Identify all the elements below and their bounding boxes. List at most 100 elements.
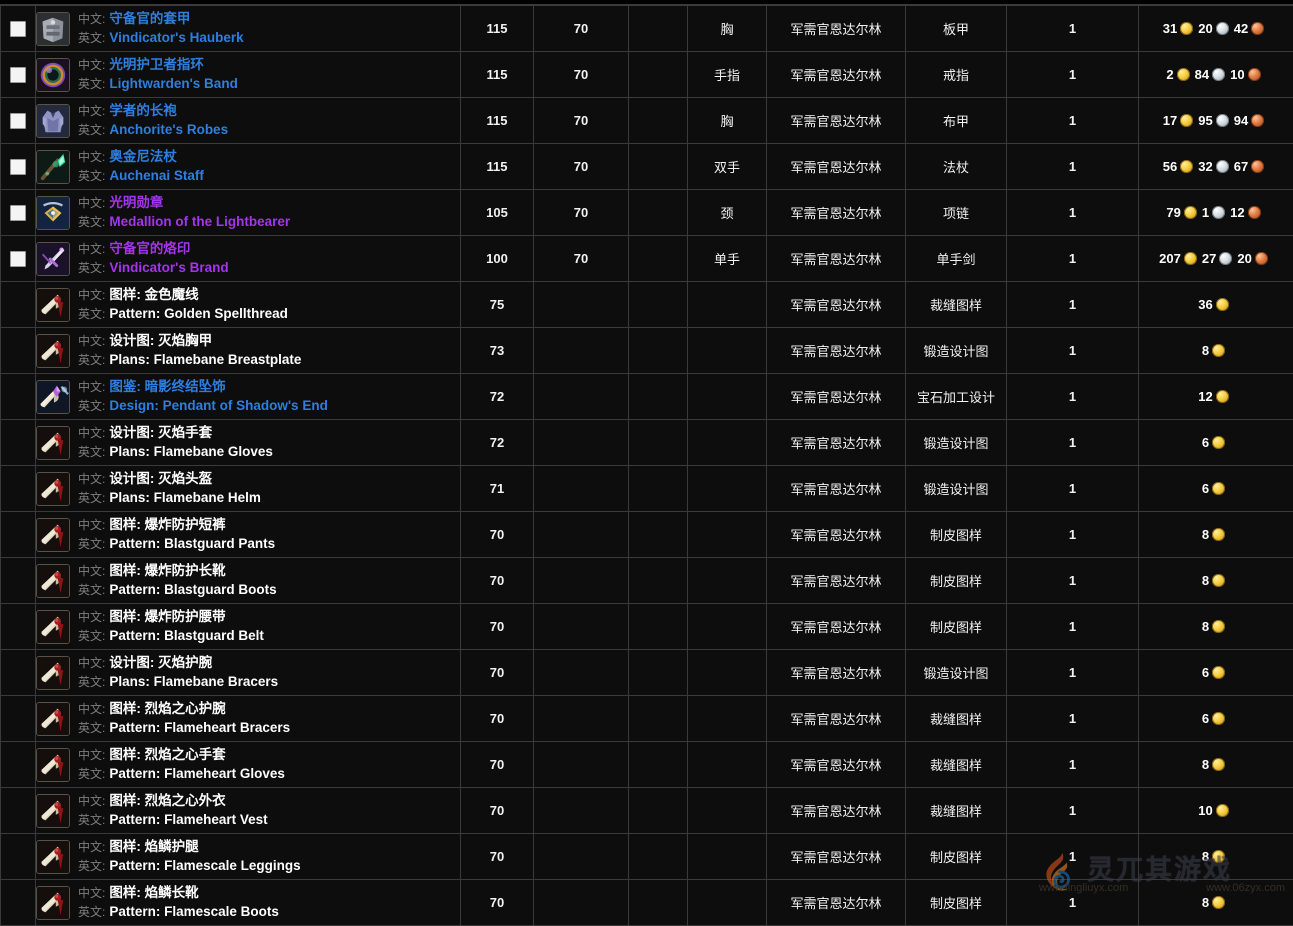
scroll-icon[interactable] xyxy=(36,472,70,506)
item-name-cell[interactable]: 中文:图样: 爆炸防护短裤英文:Pattern: Blastguard Pant… xyxy=(36,512,461,558)
row-select-cell[interactable] xyxy=(1,98,36,144)
item-name-cell[interactable]: 中文:图样: 烈焰之心护腕英文:Pattern: Flameheart Brac… xyxy=(36,696,461,742)
item-name-en[interactable]: Vindicator's Brand xyxy=(109,260,228,275)
item-name-cell[interactable]: 中文:守备官的套甲英文:Vindicator's Hauberk xyxy=(36,6,461,52)
item-name-cell[interactable]: 中文:学者的长袍英文:Anchorite's Robes xyxy=(36,98,461,144)
chest-mail-icon[interactable] xyxy=(36,12,70,46)
item-name-en[interactable]: Plans: Flamebane Breastplate xyxy=(109,352,301,367)
item-name-en[interactable]: Pattern: Flamescale Boots xyxy=(109,904,279,919)
item-name-en[interactable]: Plans: Flamebane Gloves xyxy=(109,444,273,459)
item-name-cell[interactable]: 中文:图样: 爆炸防护腰带英文:Pattern: Blastguard Belt xyxy=(36,604,461,650)
item-name-cn[interactable]: 图样: 爆炸防护腰带 xyxy=(109,609,225,624)
source-cell[interactable]: 军需官恩达尔林 xyxy=(767,834,906,880)
sword-icon[interactable] xyxy=(36,242,70,276)
item-name-en[interactable]: Plans: Flamebane Bracers xyxy=(109,674,278,689)
item-name-cell[interactable]: 中文:图鉴: 暗影终结坠饰英文:Design: Pendant of Shado… xyxy=(36,374,461,420)
row-checkbox[interactable] xyxy=(10,251,26,267)
scroll-icon[interactable] xyxy=(36,840,70,874)
item-name-en[interactable]: Auchenai Staff xyxy=(109,168,204,183)
item-name-en[interactable]: Pattern: Blastguard Belt xyxy=(109,628,264,643)
medallion-icon[interactable] xyxy=(36,196,70,230)
item-name-cn[interactable]: 图样: 烈焰之心护腕 xyxy=(109,701,225,716)
staff-icon[interactable] xyxy=(36,150,70,184)
item-name-cell[interactable]: 中文:设计图: 灭焰手套英文:Plans: Flamebane Gloves xyxy=(36,420,461,466)
item-name-cn[interactable]: 图样: 爆炸防护短裤 xyxy=(109,517,225,532)
row-checkbox[interactable] xyxy=(10,21,26,37)
item-name-cn[interactable]: 设计图: 灭焰头盔 xyxy=(109,471,212,486)
item-name-cn[interactable]: 图鉴: 暗影终结坠饰 xyxy=(109,379,225,394)
scroll-icon[interactable] xyxy=(36,794,70,828)
source-cell[interactable]: 军需官恩达尔林 xyxy=(767,282,906,328)
item-name-cn[interactable]: 图样: 金色魔线 xyxy=(109,287,198,302)
item-name-cell[interactable]: 中文:图样: 烈焰之心外衣英文:Pattern: Flameheart Vest xyxy=(36,788,461,834)
source-cell[interactable]: 军需官恩达尔林 xyxy=(767,328,906,374)
item-name-en[interactable]: Plans: Flamebane Helm xyxy=(109,490,261,505)
item-name-cn[interactable]: 奥金尼法杖 xyxy=(109,149,177,164)
item-name-cell[interactable]: 中文:图样: 焰鳞长靴英文:Pattern: Flamescale Boots xyxy=(36,880,461,926)
item-name-en[interactable]: Pattern: Flameheart Gloves xyxy=(109,766,285,781)
item-name-en[interactable]: Vindicator's Hauberk xyxy=(109,30,243,45)
item-name-en[interactable]: Medallion of the Lightbearer xyxy=(109,214,290,229)
item-name-cell[interactable]: 中文:图样: 烈焰之心手套英文:Pattern: Flameheart Glov… xyxy=(36,742,461,788)
scroll-icon[interactable] xyxy=(36,426,70,460)
row-checkbox[interactable] xyxy=(10,205,26,221)
source-cell[interactable]: 军需官恩达尔林 xyxy=(767,52,906,98)
item-name-cell[interactable]: 中文:设计图: 灭焰护腕英文:Plans: Flamebane Bracers xyxy=(36,650,461,696)
source-cell[interactable]: 军需官恩达尔林 xyxy=(767,650,906,696)
source-cell[interactable]: 军需官恩达尔林 xyxy=(767,558,906,604)
item-name-cell[interactable]: 中文:图样: 焰鳞护腿英文:Pattern: Flamescale Leggin… xyxy=(36,834,461,880)
source-cell[interactable]: 军需官恩达尔林 xyxy=(767,236,906,282)
source-cell[interactable]: 军需官恩达尔林 xyxy=(767,742,906,788)
item-name-cell[interactable]: 中文:图样: 爆炸防护长靴英文:Pattern: Blastguard Boot… xyxy=(36,558,461,604)
item-name-cn[interactable]: 守备官的套甲 xyxy=(109,11,190,26)
item-name-en[interactable]: Design: Pendant of Shadow's End xyxy=(109,398,327,413)
source-cell[interactable]: 军需官恩达尔林 xyxy=(767,144,906,190)
item-name-cn[interactable]: 图样: 烈焰之心外衣 xyxy=(109,793,225,808)
source-cell[interactable]: 军需官恩达尔林 xyxy=(767,788,906,834)
item-name-cn[interactable]: 设计图: 灭焰护腕 xyxy=(109,655,212,670)
item-name-cn[interactable]: 学者的长袍 xyxy=(109,103,177,118)
item-name-cn[interactable]: 图样: 焰鳞护腿 xyxy=(109,839,198,854)
row-checkbox[interactable] xyxy=(10,113,26,129)
item-name-en[interactable]: Lightwarden's Band xyxy=(109,76,237,91)
item-name-cell[interactable]: 中文:奥金尼法杖英文:Auchenai Staff xyxy=(36,144,461,190)
row-checkbox[interactable] xyxy=(10,67,26,83)
item-name-en[interactable]: Anchorite's Robes xyxy=(109,122,228,137)
item-name-cn[interactable]: 光明护卫者指环 xyxy=(109,57,204,72)
item-name-cn[interactable]: 设计图: 灭焰手套 xyxy=(109,425,212,440)
source-cell[interactable]: 军需官恩达尔林 xyxy=(767,6,906,52)
source-cell[interactable]: 军需官恩达尔林 xyxy=(767,374,906,420)
item-name-en[interactable]: Pattern: Blastguard Boots xyxy=(109,582,276,597)
source-cell[interactable]: 军需官恩达尔林 xyxy=(767,512,906,558)
source-cell[interactable]: 军需官恩达尔林 xyxy=(767,190,906,236)
source-cell[interactable]: 军需官恩达尔林 xyxy=(767,466,906,512)
source-cell[interactable]: 军需官恩达尔林 xyxy=(767,604,906,650)
row-select-cell[interactable] xyxy=(1,52,36,98)
scroll-icon[interactable] xyxy=(36,886,70,920)
item-name-cn[interactable]: 图样: 烈焰之心手套 xyxy=(109,747,225,762)
source-cell[interactable]: 军需官恩达尔林 xyxy=(767,880,906,926)
item-name-cell[interactable]: 中文:守备官的烙印英文:Vindicator's Brand xyxy=(36,236,461,282)
item-name-en[interactable]: Pattern: Flameheart Vest xyxy=(109,812,267,827)
scroll-icon[interactable] xyxy=(36,334,70,368)
source-cell[interactable]: 军需官恩达尔林 xyxy=(767,420,906,466)
item-name-en[interactable]: Pattern: Flamescale Leggings xyxy=(109,858,300,873)
item-name-cn[interactable]: 图样: 爆炸防护长靴 xyxy=(109,563,225,578)
row-select-cell[interactable] xyxy=(1,144,36,190)
item-name-cn[interactable]: 设计图: 灭焰胸甲 xyxy=(109,333,212,348)
robe-icon[interactable] xyxy=(36,104,70,138)
scroll-icon[interactable] xyxy=(36,518,70,552)
source-cell[interactable]: 军需官恩达尔林 xyxy=(767,98,906,144)
ring-icon[interactable] xyxy=(36,58,70,92)
scroll-icon[interactable] xyxy=(36,702,70,736)
item-name-en[interactable]: Pattern: Golden Spellthread xyxy=(109,306,288,321)
item-name-cell[interactable]: 中文:图样: 金色魔线英文:Pattern: Golden Spellthrea… xyxy=(36,282,461,328)
scroll-icon[interactable] xyxy=(36,564,70,598)
item-name-cell[interactable]: 中文:设计图: 灭焰胸甲英文:Plans: Flamebane Breastpl… xyxy=(36,328,461,374)
row-select-cell[interactable] xyxy=(1,190,36,236)
row-select-cell[interactable] xyxy=(1,6,36,52)
item-name-cn[interactable]: 图样: 焰鳞长靴 xyxy=(109,885,198,900)
scroll-icon[interactable] xyxy=(36,610,70,644)
design-icon[interactable] xyxy=(36,380,70,414)
item-name-cell[interactable]: 中文:光明勋章英文:Medallion of the Lightbearer xyxy=(36,190,461,236)
